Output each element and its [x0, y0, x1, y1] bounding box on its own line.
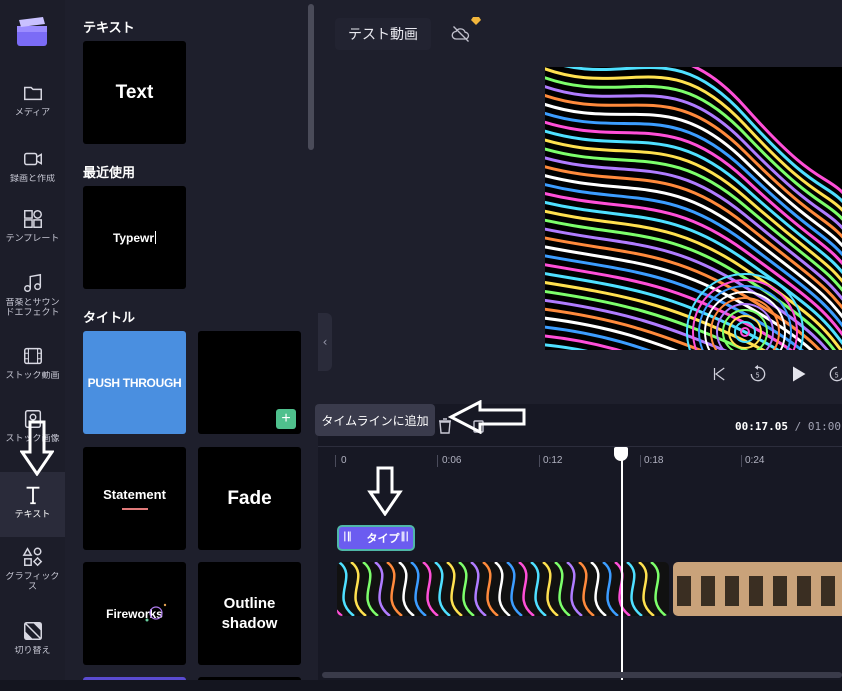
- hallway-frame: [821, 576, 835, 606]
- library-scrollbar[interactable]: [308, 4, 314, 150]
- timeline-scrollbar[interactable]: [322, 672, 842, 678]
- text-card-typewriter[interactable]: Typewr: [83, 186, 186, 289]
- timecode-display: 00:17.05 / 01:00: [735, 420, 841, 433]
- text-card-outline-shadow[interactable]: Outline shadow: [198, 562, 301, 665]
- sidebar-item-templates[interactable]: テンプレート: [0, 208, 65, 244]
- skip-back-icon: [713, 367, 725, 381]
- play-icon: [793, 366, 806, 382]
- chevron-left-icon: ‹: [322, 335, 328, 349]
- premium-diamond-icon: [471, 17, 481, 25]
- sidebar-item-stock-video[interactable]: ストック動画: [0, 345, 65, 391]
- play-button[interactable]: [786, 362, 810, 386]
- annotation-arrow-down-icon-2: [367, 466, 403, 516]
- section-title-text: テキスト: [83, 20, 135, 35]
- taskbar-strip: [0, 680, 842, 691]
- transition-icon: [23, 622, 42, 640]
- text-card-statement[interactable]: Statement: [83, 447, 186, 550]
- section-title-recent: 最近使用: [83, 165, 136, 180]
- clip-handle-right-icon[interactable]: ‖|: [400, 531, 409, 542]
- text-clip[interactable]: |‖ タイプ ‖|: [337, 525, 415, 551]
- forward-5-icon: 5: [829, 366, 842, 382]
- add-to-timeline-tooltip: タイムラインに追加: [315, 404, 435, 436]
- ruler-label: 0:18: [644, 455, 664, 466]
- section-title-titles: タイトル: [83, 310, 136, 325]
- text-card-fireworks[interactable]: Fireworks: [83, 562, 186, 665]
- hallway-frame: [797, 576, 811, 606]
- video-clip-swirl[interactable]: [337, 562, 669, 616]
- template-icon: [23, 210, 42, 228]
- text-card-fade[interactable]: Fade: [198, 447, 301, 550]
- clip-handle-left-icon[interactable]: |‖: [343, 531, 352, 542]
- add-to-timeline-button[interactable]: +: [276, 409, 296, 429]
- ruler-tick: [640, 455, 641, 467]
- cloud-backup-button[interactable]: [445, 17, 481, 50]
- preview-frame-image: [545, 67, 842, 350]
- svg-text:5: 5: [835, 371, 839, 379]
- folder-icon: [23, 86, 42, 101]
- rewind-5-icon: 5: [750, 364, 766, 382]
- sidebar-item-music[interactable]: 音楽とサウンドエフェクト: [0, 272, 65, 328]
- text-cursor: [155, 231, 157, 244]
- sidebar: メディア 録画と作成 テンプレート 音楽とサウンドエフェクト ストック動画 スト…: [0, 0, 65, 691]
- music-icon: [23, 273, 41, 292]
- playhead[interactable]: [621, 455, 623, 691]
- sidebar-item-graphics[interactable]: グラフィックス: [0, 546, 65, 592]
- hallway-frame: [701, 576, 715, 606]
- sidebar-item-media[interactable]: メディア: [0, 82, 65, 118]
- panel-collapse-button[interactable]: ‹: [318, 313, 332, 371]
- text-library-panel: テキスト Text 最近使用 Typewr タイトル PUSH THROUGH …: [65, 0, 318, 691]
- ruler-label: 0:24: [745, 455, 765, 466]
- annotation-arrow-left-icon: [448, 400, 526, 434]
- hallway-frame: [773, 576, 787, 606]
- video-clip-thumbnails-2: [673, 562, 842, 616]
- hallway-frame: [677, 576, 691, 606]
- svg-text:5: 5: [756, 371, 760, 379]
- annotation-arrow-down-icon: [20, 420, 54, 476]
- forward-5-button[interactable]: 5: [825, 362, 842, 386]
- ruler-tick: [539, 455, 540, 467]
- hallway-frame: [749, 576, 763, 606]
- text-card-push-through[interactable]: PUSH THROUGH: [83, 331, 186, 434]
- sidebar-item-transitions[interactable]: 切り替え: [0, 620, 65, 656]
- ruler-label: 0:06: [442, 455, 462, 466]
- clipchamp-logo[interactable]: [15, 16, 49, 54]
- sidebar-item-record[interactable]: 録画と作成: [0, 148, 65, 184]
- film-icon: [23, 347, 42, 365]
- camera-icon: [23, 152, 42, 166]
- skip-back-button[interactable]: [707, 362, 731, 386]
- ruler-tick: [335, 455, 336, 467]
- sidebar-item-text[interactable]: テキスト: [0, 472, 65, 537]
- ruler-divider: [318, 446, 842, 447]
- ruler-tick: [437, 455, 438, 467]
- video-clip-thumbnails: [337, 562, 669, 616]
- rewind-5-button[interactable]: 5: [746, 362, 770, 386]
- cloud-off-icon: [451, 26, 470, 42]
- text-card-blank[interactable]: +: [198, 331, 301, 434]
- ruler-label: 0: [341, 455, 347, 466]
- project-name-field[interactable]: テスト動画: [335, 18, 431, 50]
- video-preview[interactable]: [545, 67, 842, 350]
- video-clip-hallway[interactable]: [673, 562, 842, 616]
- hallway-frame: [725, 576, 739, 606]
- text-card-text[interactable]: Text: [83, 41, 186, 144]
- statement-underline: [121, 508, 148, 510]
- fireworks-sparkle-icon: [145, 603, 167, 622]
- shapes-icon: [22, 547, 42, 567]
- text-t-icon: [26, 486, 39, 505]
- ruler-label: 0:12: [543, 455, 563, 466]
- ruler-tick: [741, 455, 742, 467]
